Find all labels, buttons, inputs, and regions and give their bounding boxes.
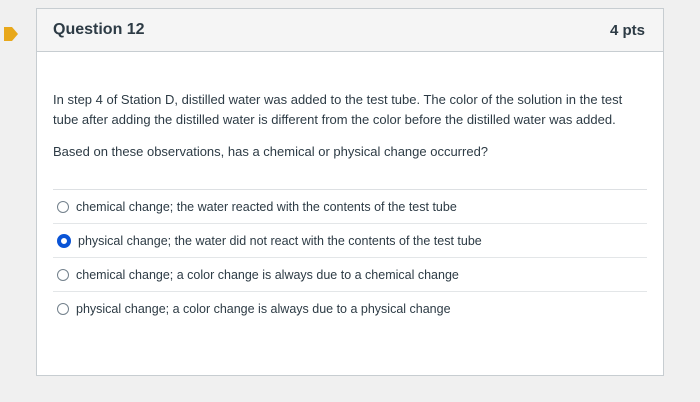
radio-button[interactable] [57,268,69,281]
answer-list: chemical change; the water reacted with … [53,189,647,326]
question-prompt: Based on these observations, has a chemi… [53,144,489,159]
answer-label: chemical change; a color change is alway… [76,267,459,282]
answer-option[interactable]: physical change; a color change is alway… [53,292,647,326]
question-title: Question 12 [53,21,145,38]
answer-option[interactable]: physical change; the water did not react… [53,224,647,258]
question-text: In step 4 of Station D, distilled water … [53,92,623,127]
question-points: 4 pts [609,21,645,39]
radio-button-selected[interactable] [57,233,71,248]
answer-option[interactable]: chemical change; a color change is alway… [53,258,647,292]
answer-label: physical change; the water did not react… [78,233,482,248]
answer-label: chemical change; the water reacted with … [76,199,457,214]
answer-label: physical change; a color change is alway… [76,302,451,316]
answer-option[interactable]: chemical change; the water reacted with … [53,190,647,224]
radio-button[interactable] [57,200,69,213]
question-body: In step 4 of Station D, distilled water … [37,52,663,326]
question-header: Question 12 4 pts [37,9,663,52]
question-card: Question 12 4 pts In step 4 of Station D… [36,8,664,376]
radio-button[interactable] [57,303,69,315]
question-flag-icon [4,27,18,41]
